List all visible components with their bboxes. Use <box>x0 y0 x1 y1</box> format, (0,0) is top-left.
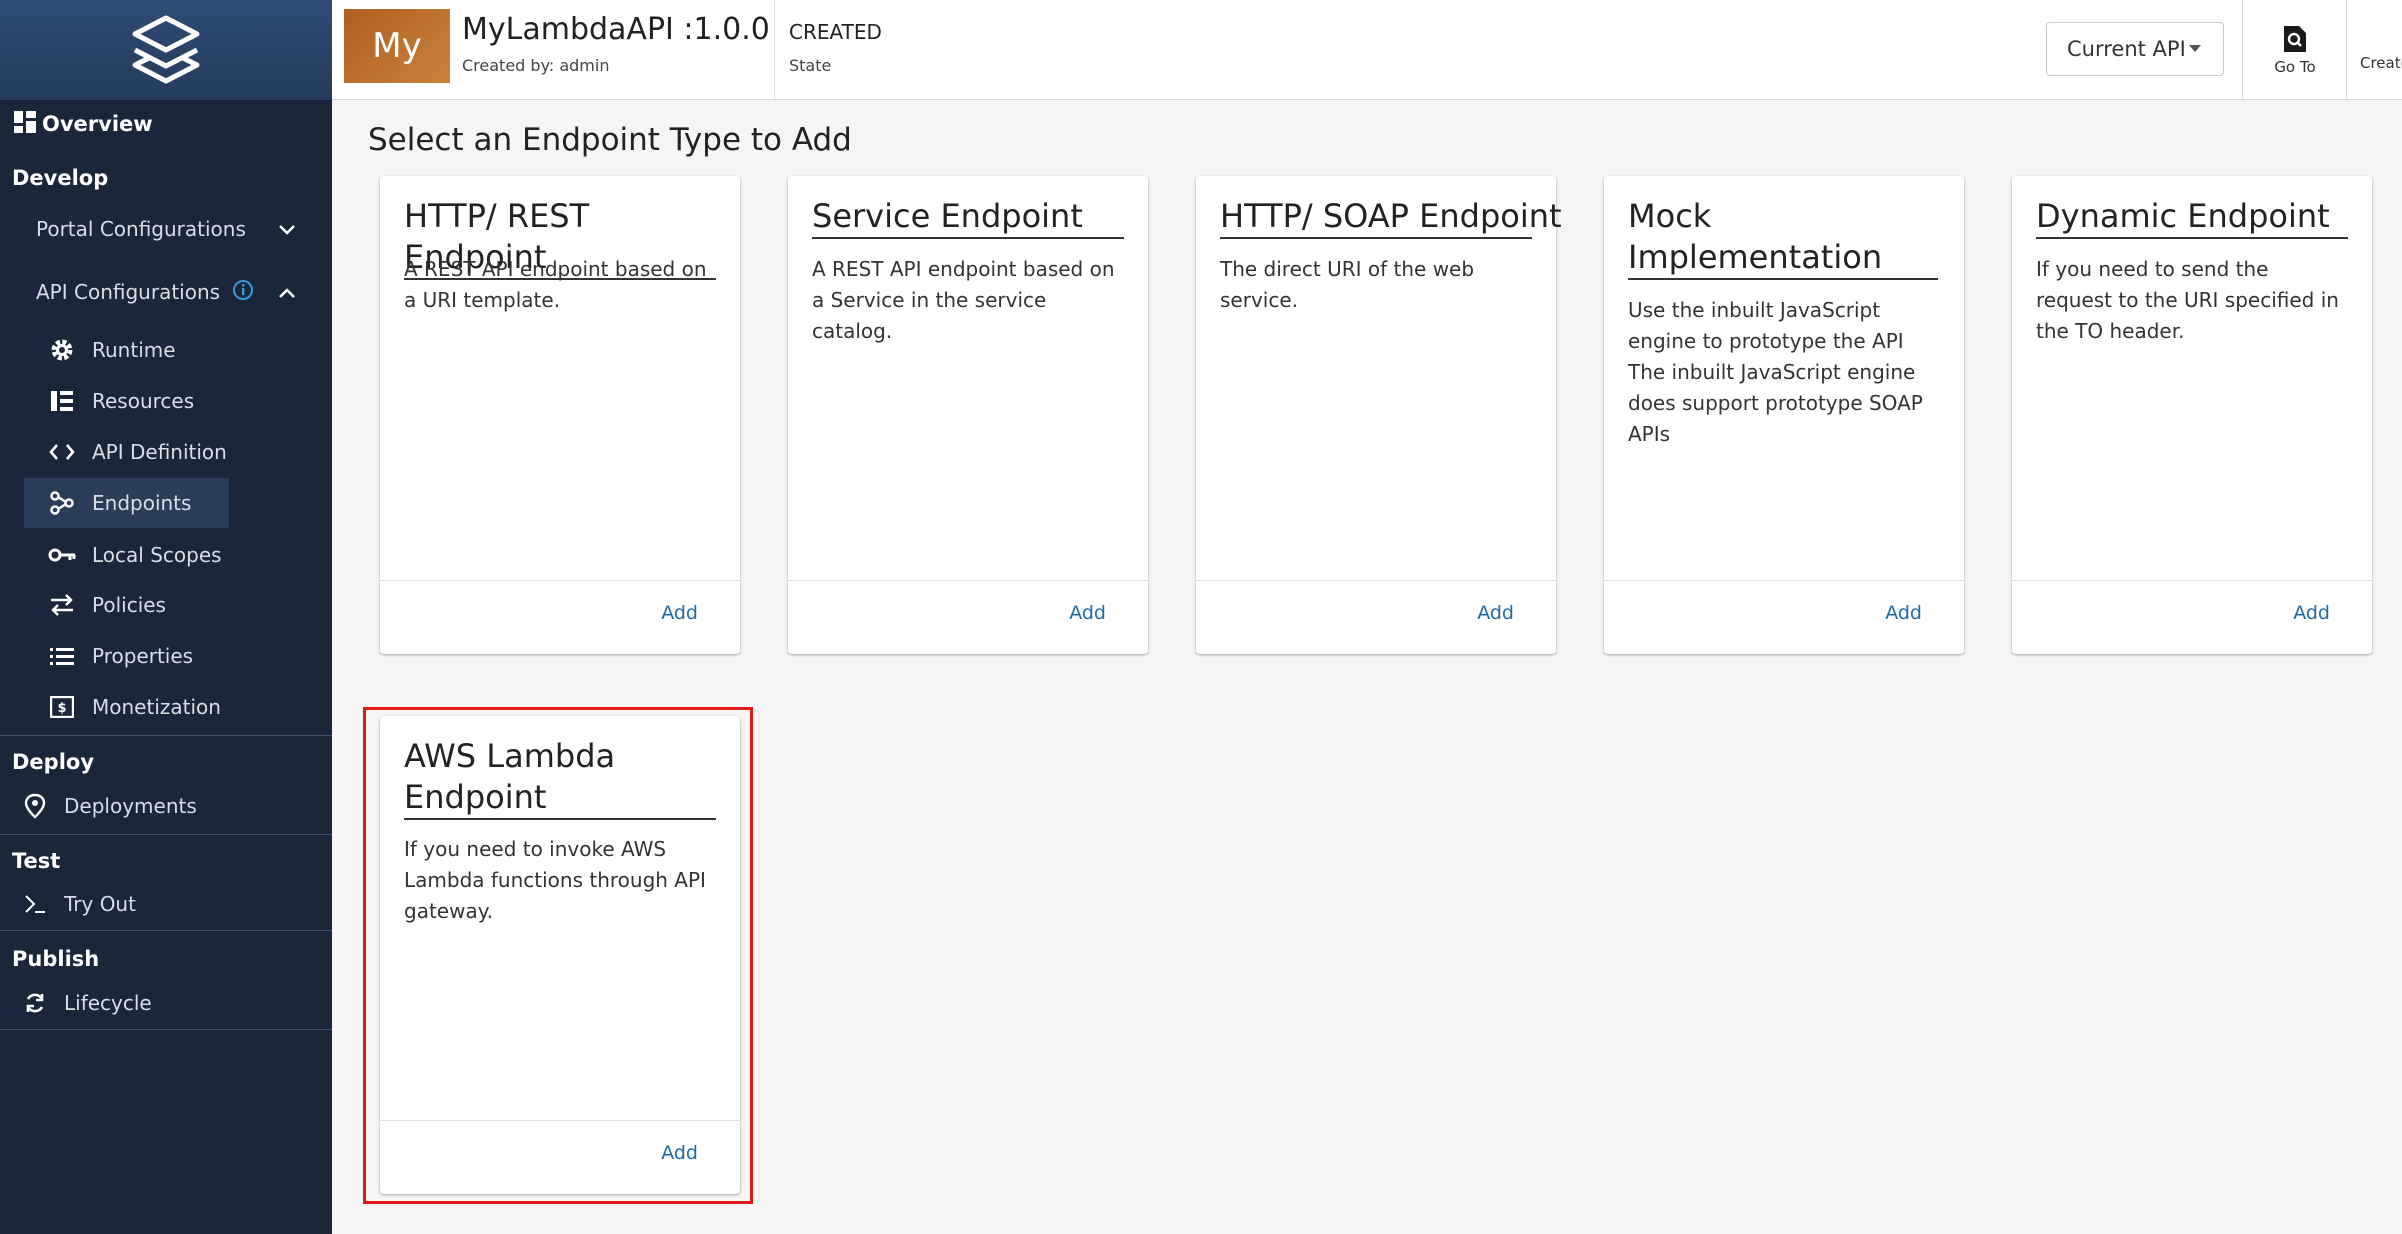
card-title: Dynamic Endpoint <box>2036 196 2348 239</box>
endpoint-card-service: Service Endpoint A REST API endpoint bas… <box>788 176 1148 654</box>
go-to-label: Go To <box>2274 58 2316 76</box>
card-divider <box>788 580 1148 581</box>
svg-text:$: $ <box>57 701 66 716</box>
sidebar-item-try-out[interactable]: Try Out <box>20 884 136 924</box>
nav-overview[interactable]: Overview <box>14 108 153 140</box>
refresh-icon <box>20 988 50 1018</box>
sidebar-item-label: Properties <box>92 644 194 668</box>
card-divider <box>1196 580 1556 581</box>
nav-portal-configurations-label: Portal Configurations <box>36 217 246 241</box>
page-title: Select an Endpoint Type to Add <box>368 122 852 158</box>
section-publish: Publish <box>12 947 100 971</box>
nav-api-configurations-label: API Configurations <box>36 280 221 304</box>
sidebar-item-properties[interactable]: Properties <box>24 631 229 681</box>
sidebar-divider <box>0 834 332 835</box>
card-description: If you need to send the request to the U… <box>2036 257 2339 343</box>
dashboard-icon <box>14 110 36 138</box>
sidebar-divider <box>0 735 332 736</box>
created-by: Created by: admin <box>462 56 610 75</box>
sidebar-item-label: Local Scopes <box>92 543 222 567</box>
sidebar-item-label: API Definition <box>92 440 227 464</box>
chevron-down-icon <box>278 217 296 241</box>
card-divider <box>2012 580 2372 581</box>
sidebar-item-label: Policies <box>92 593 166 617</box>
nav-api-configurations[interactable]: API Configurations <box>36 272 296 312</box>
key-icon <box>48 541 76 569</box>
add-button[interactable]: Add <box>1069 602 1106 624</box>
sidebar-item-policies[interactable]: Policies <box>24 580 229 630</box>
sidebar-item-label: Lifecycle <box>64 991 152 1015</box>
header-divider <box>2346 0 2347 100</box>
logo-area[interactable] <box>0 0 332 100</box>
sidebar-item-label: Deployments <box>64 794 197 818</box>
card-title: HTTP/ SOAP Endpoint <box>1220 196 1562 239</box>
current-api-dropdown[interactable]: Current API <box>2046 22 2224 76</box>
section-deploy: Deploy <box>12 750 95 774</box>
chevron-up-icon <box>278 280 296 304</box>
code-icon <box>48 438 76 466</box>
nav-portal-configurations[interactable]: Portal Configurations <box>36 209 296 249</box>
current-api-label: Current API <box>2067 37 2186 61</box>
endpoints-icon <box>48 489 76 517</box>
sidebar-item-label: Monetization <box>92 695 221 719</box>
card-description: The direct URI of the web service. <box>1220 257 1475 312</box>
gear-icon <box>48 336 76 364</box>
add-button[interactable]: Add <box>1885 602 1922 624</box>
sidebar-item-monetization[interactable]: $ Monetization <box>24 682 229 732</box>
sidebar-item-lifecycle[interactable]: Lifecycle <box>20 983 152 1023</box>
card-title: Mock Implementation <box>1628 196 1938 280</box>
nav-overview-label: Overview <box>42 112 153 136</box>
money-icon: $ <box>48 693 76 721</box>
card-divider <box>1604 580 1964 581</box>
header-divider <box>2242 0 2243 100</box>
info-icon[interactable] <box>232 279 254 306</box>
resources-icon <box>48 387 76 415</box>
endpoint-card-dynamic: Dynamic Endpoint If you need to send the… <box>2012 176 2372 654</box>
arrows-icon <box>48 591 76 619</box>
api-title: MyLambdaAPI :1.0.0 <box>462 12 770 47</box>
add-button[interactable]: Add <box>2293 602 2330 624</box>
sidebar-item-label: Try Out <box>64 892 136 916</box>
api-avatar: My <box>344 9 450 83</box>
sidebar-item-api-definition[interactable]: API Definition <box>24 427 229 477</box>
caret-down-icon <box>2189 45 2201 52</box>
add-button[interactable]: Add <box>661 602 698 624</box>
location-pin-icon <box>20 791 50 821</box>
section-develop: Develop <box>12 166 109 190</box>
sidebar-divider <box>0 930 332 931</box>
card-divider <box>380 580 740 581</box>
sidebar-item-label: Endpoints <box>92 491 192 515</box>
header-divider <box>774 0 775 100</box>
card-description: Use the inbuilt JavaScript engine to pro… <box>1628 298 1923 446</box>
sidebar-item-label: Resources <box>92 389 195 413</box>
state-label: State <box>789 56 832 75</box>
top-header: My MyLambdaAPI :1.0.0 Created by: admin … <box>332 0 2402 100</box>
selection-highlight <box>363 707 753 1204</box>
card-description: A REST API endpoint based on a Service i… <box>812 257 1115 343</box>
terminal-icon <box>20 889 50 919</box>
sidebar-divider <box>0 1029 332 1030</box>
list-icon <box>48 642 76 670</box>
endpoint-card-http-rest: HTTP/ REST Endpoint A REST API endpoint … <box>380 176 740 654</box>
sidebar-item-resources[interactable]: Resources <box>24 376 229 426</box>
go-to-button[interactable]: Go To <box>2244 0 2346 100</box>
add-button[interactable]: Add <box>1477 602 1514 624</box>
state-value: CREATED <box>789 20 882 44</box>
card-description: A REST API endpoint based on a URI templ… <box>404 257 707 312</box>
card-title: Service Endpoint <box>812 196 1124 239</box>
sidebar-item-label: Runtime <box>92 338 176 362</box>
endpoint-card-http-soap: HTTP/ SOAP Endpoint The direct URI of th… <box>1196 176 1562 654</box>
create-button-partial[interactable]: Create <box>2360 54 2402 72</box>
sidebar-item-local-scopes[interactable]: Local Scopes <box>24 530 229 580</box>
section-test: Test <box>12 849 61 873</box>
sidebar: Overview Develop Portal Configurations A… <box>0 0 332 1234</box>
sidebar-item-deployments[interactable]: Deployments <box>20 786 197 826</box>
logo-icon <box>132 15 200 84</box>
endpoint-card-mock: Mock Implementation Use the inbuilt Java… <box>1604 176 1964 654</box>
sidebar-item-endpoints[interactable]: Endpoints <box>24 478 229 528</box>
search-document-icon <box>2284 26 2306 52</box>
sidebar-item-runtime[interactable]: Runtime <box>24 325 229 375</box>
